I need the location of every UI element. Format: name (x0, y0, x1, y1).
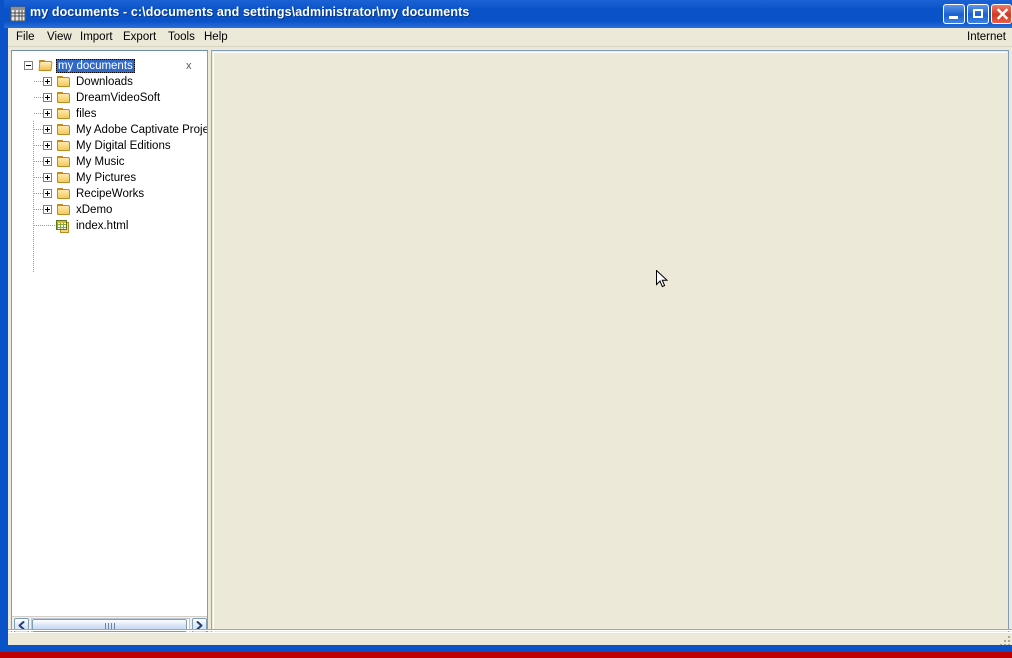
expand-toggle-my-adobe-captivate-project[interactable] (43, 125, 52, 134)
tree-label-my-digital-editions[interactable]: My Digital Editions (74, 139, 173, 153)
folder-icon (57, 92, 71, 104)
folder-tree-panel: my documents x Downloads DreamVideoSoft … (11, 50, 208, 634)
folder-icon (57, 108, 71, 120)
menu-item-import[interactable]: Import (74, 30, 119, 45)
tree-label-dreamvideosoft[interactable]: DreamVideoSoft (74, 91, 162, 105)
close-icon (996, 8, 1009, 20)
tree-row-index-html[interactable]: index.html (12, 218, 207, 234)
tree-row-xdemo[interactable]: xDemo (12, 202, 207, 218)
expand-toggle-downloads[interactable] (43, 77, 52, 86)
tree-label-my-adobe-captivate-project[interactable]: My Adobe Captivate Project (74, 123, 207, 137)
expand-toggle-recipeworks[interactable] (43, 189, 52, 198)
folder-icon (57, 124, 71, 136)
tree-row-my-music[interactable]: My Music (12, 154, 207, 170)
folder-icon (57, 188, 71, 200)
html-file-icon (56, 220, 70, 233)
close-button[interactable] (991, 4, 1012, 24)
expand-toggle-files[interactable] (43, 109, 52, 118)
grid-window-icon (10, 6, 26, 22)
minimize-button[interactable] (943, 4, 965, 24)
menu-item-internet[interactable]: Internet (967, 30, 1006, 45)
tree-label-files[interactable]: files (74, 107, 98, 121)
menu-bar: File View Import Export Tools Help Inter… (8, 28, 1012, 47)
maximize-button[interactable] (967, 4, 989, 24)
expand-toggle-my-pictures[interactable] (43, 173, 52, 182)
tree-label-index-html[interactable]: index.html (74, 219, 130, 233)
tree-connector-line (34, 129, 43, 130)
desktop-bottom-strip (0, 652, 1012, 658)
menu-item-help[interactable]: Help (198, 30, 234, 45)
window-frame-bottom (0, 645, 1012, 652)
tree-connector-line (34, 161, 43, 162)
folder-icon (57, 156, 71, 168)
open-folder-icon (38, 60, 53, 72)
tree-row-my-adobe-captivate-project[interactable]: My Adobe Captivate Project (12, 122, 207, 138)
tree-connector-line (34, 193, 43, 194)
folder-icon (57, 76, 71, 88)
tree-label-recipeworks[interactable]: RecipeWorks (74, 187, 146, 201)
expand-toggle-my-music[interactable] (43, 157, 52, 166)
client-area: my documents x Downloads DreamVideoSoft … (8, 47, 1012, 645)
tree-connector-line (34, 81, 43, 82)
expand-toggle-xdemo[interactable] (43, 205, 52, 214)
tree-connector-line (34, 97, 43, 98)
tree-label-xdemo[interactable]: xDemo (74, 203, 114, 217)
folder-icon (57, 172, 71, 184)
folder-icon (57, 204, 71, 216)
window-title: my documents - c:\documents and settings… (30, 5, 470, 19)
tree-row-downloads[interactable]: Downloads (12, 74, 207, 90)
tree-connector-line (34, 209, 43, 210)
folder-icon (57, 140, 71, 152)
content-panel-surface[interactable] (213, 52, 1007, 632)
tree-connector-line (34, 113, 43, 114)
tree-label-my-music[interactable]: My Music (74, 155, 127, 169)
tree-label-downloads[interactable]: Downloads (74, 75, 135, 89)
menu-item-export[interactable]: Export (117, 30, 162, 45)
tree-connector-line (34, 145, 43, 146)
tree-close-marker[interactable]: x (186, 60, 192, 72)
tree-connector-line (34, 225, 55, 226)
menu-item-view[interactable]: View (41, 30, 78, 45)
collapse-toggle-my-documents[interactable] (24, 61, 33, 70)
tree-row-my-digital-editions[interactable]: My Digital Editions (12, 138, 207, 154)
tree-row-my-documents[interactable]: my documents x (12, 58, 207, 74)
tree-row-files[interactable]: files (12, 106, 207, 122)
tree-connector-line (34, 177, 43, 178)
folder-tree[interactable]: my documents x Downloads DreamVideoSoft … (12, 51, 207, 617)
tree-row-my-pictures[interactable]: My Pictures (12, 170, 207, 186)
content-panel[interactable] (211, 50, 1009, 634)
title-bar[interactable]: my documents - c:\documents and settings… (4, 0, 1012, 28)
expand-toggle-my-digital-editions[interactable] (43, 141, 52, 150)
menu-item-tools[interactable]: Tools (162, 30, 201, 45)
tree-row-dreamvideosoft[interactable]: DreamVideoSoft (12, 90, 207, 106)
expand-toggle-dreamvideosoft[interactable] (43, 93, 52, 102)
status-bar-separator (8, 629, 1012, 631)
menu-item-file[interactable]: File (10, 30, 41, 45)
tree-label-my-documents[interactable]: my documents (56, 59, 135, 73)
tree-label-my-pictures[interactable]: My Pictures (74, 171, 138, 185)
application-window: my documents - c:\documents and settings… (0, 0, 1012, 658)
tree-row-recipeworks[interactable]: RecipeWorks (12, 186, 207, 202)
